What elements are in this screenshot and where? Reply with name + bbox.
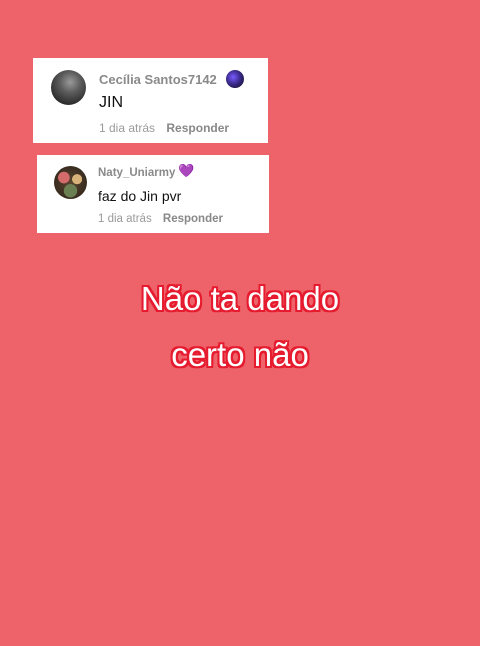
comment-text: faz do Jin pvr xyxy=(98,188,182,204)
avatar[interactable] xyxy=(54,166,87,199)
comment-meta: 1 dia atrás Responder xyxy=(99,121,229,135)
avatar[interactable] xyxy=(51,70,86,105)
comment-card: Naty_Uniarmy 💜 faz do Jin pvr 1 dia atrá… xyxy=(37,155,269,233)
comment-meta: 1 dia atrás Responder xyxy=(98,213,223,225)
overlay-caption-line-2: certo não xyxy=(171,336,309,373)
overlay-caption-line-1: Não ta dando xyxy=(140,280,340,317)
comment-time: 1 dia atrás xyxy=(98,213,152,225)
reply-button[interactable]: Responder xyxy=(166,121,229,135)
comment-username[interactable]: Cecília Santos7142 xyxy=(99,72,217,87)
comment-text: JIN xyxy=(99,94,123,111)
comment-username[interactable]: Naty_Uniarmy xyxy=(98,167,175,179)
comment-card: Cecília Santos7142 JIN 1 dia atrás Respo… xyxy=(33,58,268,143)
purple-heart-icon: 💜 xyxy=(178,164,195,179)
reply-button[interactable]: Responder xyxy=(163,213,223,225)
badge-icon xyxy=(226,70,244,88)
comment-time: 1 dia atrás xyxy=(99,121,156,135)
